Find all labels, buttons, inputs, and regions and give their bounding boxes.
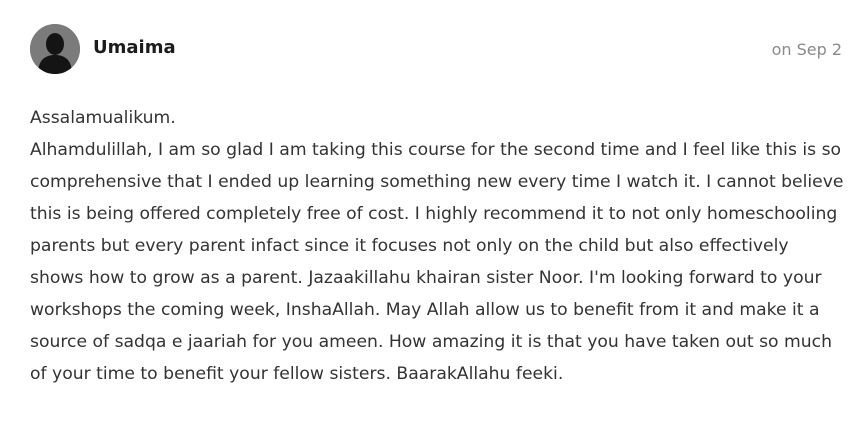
author-name[interactable]: Umaima xyxy=(93,37,176,59)
avatar[interactable] xyxy=(30,24,80,74)
comment-body: Assalamualikum. Alhamdulillah, I am so g… xyxy=(30,102,846,390)
comment-date: on Sep 2 xyxy=(771,40,842,59)
comment: Umaima on Sep 2 Assalamualikum. Alhamdul… xyxy=(0,0,858,431)
comment-text: Alhamdulillah, I am so glad I am taking … xyxy=(30,140,844,384)
user-silhouette-icon xyxy=(30,24,80,74)
comment-greeting: Assalamualikum. xyxy=(30,108,176,128)
